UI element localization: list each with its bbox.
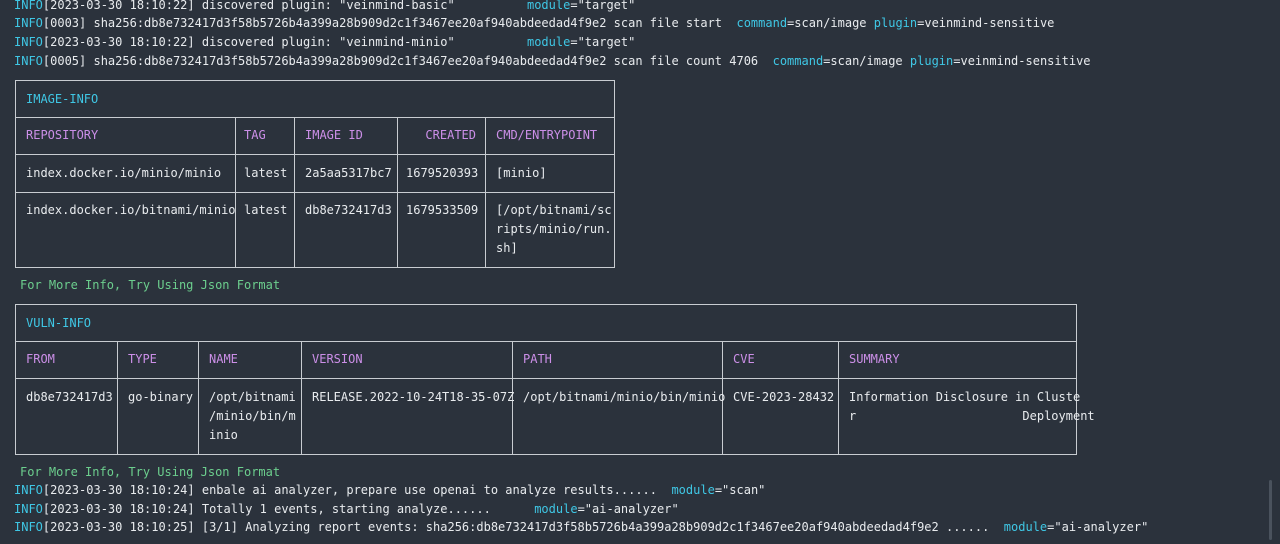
log-field-value: "target": [577, 35, 636, 49]
table-cell: [minio]: [496, 166, 547, 180]
table-cell: db8e732417d3: [26, 390, 113, 404]
log-line: INFO[2023-03-30 18:10:24] Totally 1 even…: [14, 500, 679, 519]
table-cell: latest: [244, 203, 288, 217]
log-message: [0003] sha256:db8e732417d3f58b5726b4a399…: [42, 16, 737, 30]
log-field-key: module: [526, 0, 571, 12]
log-spacer: [455, 0, 527, 12]
log-field-value: veinmind-sensitive: [960, 54, 1091, 68]
table-cell: go-binary: [128, 390, 194, 404]
column-header-type: TYPE: [128, 352, 157, 366]
table-cell: CVE-2023-28432: [733, 390, 835, 404]
log-field-key: module: [526, 35, 571, 49]
log-line: INFO[2023-03-30 18:10:22] discovered plu…: [14, 0, 635, 15]
log-message: [2023-03-30 18:10:22] discovered plugin:…: [42, 0, 455, 12]
log-line: INFO[0005] sha256:db8e732417d3f58b5726b4…: [14, 52, 1091, 71]
column-header-tag: TAG: [244, 128, 266, 142]
log-field-key: plugin: [909, 54, 954, 68]
json-format-hint: For More Info, Try Using Json Format: [20, 465, 281, 479]
column-header-image-id: IMAGE ID: [305, 128, 363, 142]
log-field-value: "ai-analyzer": [1054, 520, 1149, 534]
table-cell: index.docker.io/minio/minio: [26, 166, 222, 180]
log-message: [2023-03-30 18:10:24] enbale ai analyzer…: [42, 483, 672, 497]
log-spacer: [867, 16, 874, 30]
log-message: [2023-03-30 18:10:25] [3/1] Analyzing re…: [42, 520, 1004, 534]
table-cell: db8e732417d3: [305, 203, 392, 217]
scrollbar[interactable]: [1269, 480, 1272, 540]
table-caption: VULN-INFO: [26, 316, 92, 330]
log-field-separator: =: [570, 0, 578, 12]
column-header-version: VERSION: [312, 352, 363, 366]
log-line: INFO[2023-03-30 18:10:22] discovered plu…: [14, 33, 635, 52]
column-header-name: NAME: [209, 352, 238, 366]
json-format-hint: For More Info, Try Using Json Format: [20, 278, 281, 292]
table-cell: 1679533509: [406, 203, 479, 217]
column-header-path: PATH: [523, 352, 552, 366]
column-header-from: FROM: [26, 352, 55, 366]
log-line: INFO[0003] sha256:db8e732417d3f58b5726b4…: [14, 14, 1054, 33]
column-header-created: CREATED: [425, 128, 476, 142]
log-field-separator: =: [577, 502, 585, 516]
table-cell: 2a5aa5317bc7: [305, 166, 392, 180]
vuln-info-table: VULN-INFO FROM TYPE NAME VERSION PATH CV…: [15, 304, 1095, 455]
table-cell: Information Disclosure in Cluste r Deplo…: [849, 390, 1095, 423]
log-field-value: scan/image: [794, 16, 867, 30]
log-line: INFO[2023-03-30 18:10:24] enbale ai anal…: [14, 481, 765, 500]
table-cell: 1679520393: [406, 166, 479, 180]
log-field-key: module: [534, 502, 578, 516]
log-spacer: [903, 54, 910, 68]
column-header-summary: SUMMARY: [849, 352, 900, 366]
table-cell: /opt/bitnami /minio/bin/m inio: [209, 390, 296, 442]
log-field-key: command: [772, 54, 824, 68]
log-spacer: [491, 502, 534, 516]
log-message: [2023-03-30 18:10:24] Totally 1 events, …: [42, 502, 491, 516]
log-field-value: scan/image: [830, 54, 903, 68]
column-header-cmd-entrypoint: CMD/ENTRYPOINT: [496, 128, 598, 142]
image-info-table: IMAGE-INFO REPOSITORY TAG IMAGE ID CREAT…: [15, 80, 615, 268]
log-field-key: plugin: [873, 16, 918, 30]
log-field-value: veinmind-sensitive: [924, 16, 1055, 30]
log-line: INFO[2023-03-30 18:10:25] [3/1] Analyzin…: [14, 518, 1148, 537]
log-level: INFO: [14, 483, 43, 497]
log-field-key: module: [1003, 520, 1048, 534]
log-field-value: "target": [577, 0, 636, 12]
log-level: INFO: [14, 502, 43, 516]
log-field-value: "ai-analyzer": [584, 502, 679, 516]
log-field-key: module: [671, 483, 715, 497]
log-message: [0005] sha256:db8e732417d3f58b5726b4a399…: [42, 54, 773, 68]
log-level: INFO: [14, 520, 43, 534]
log-level: INFO: [14, 35, 43, 49]
table-cell: RELEASE.2022-10-24T18-35-07Z: [312, 390, 515, 404]
terminal-window[interactable]: INFO[2023-03-30 18:10:22] discovered plu…: [0, 0, 1280, 544]
table-cell: [/opt/bitnami/sc ripts/minio/run. sh]: [496, 203, 612, 255]
log-spacer: [455, 35, 527, 49]
log-field-separator: =: [570, 35, 578, 49]
log-level: INFO: [14, 54, 43, 68]
table-cell: index.docker.io/bitnami/minio: [26, 203, 236, 217]
log-level: INFO: [14, 0, 43, 12]
table-caption: IMAGE-INFO: [26, 92, 99, 106]
log-field-separator: =: [714, 483, 723, 497]
log-field-key: command: [736, 16, 788, 30]
table-cell: /opt/bitnami/minio/bin/minio: [523, 390, 726, 404]
log-field-value: "scan": [722, 483, 766, 497]
column-header-cve: CVE: [733, 352, 755, 366]
table-cell: latest: [244, 166, 288, 180]
log-message: [2023-03-30 18:10:22] discovered plugin:…: [42, 35, 455, 49]
column-header-repository: REPOSITORY: [26, 128, 99, 142]
log-level: INFO: [14, 16, 43, 30]
